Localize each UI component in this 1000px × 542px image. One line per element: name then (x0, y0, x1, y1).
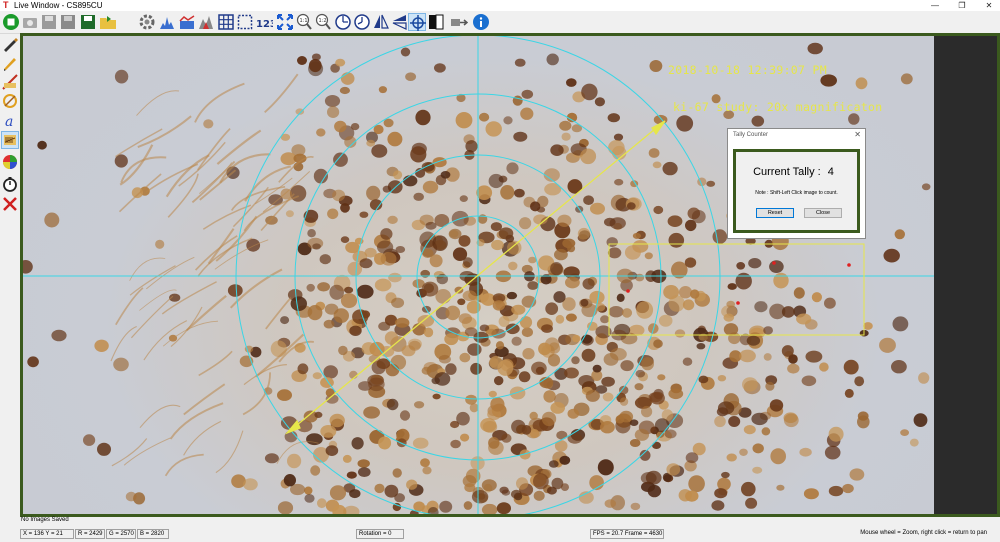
green-value: G = 2570 (106, 529, 136, 539)
title-bar: T Live Window - CS895CU — ❐ ✕ (0, 0, 1000, 11)
zoom-actual-icon[interactable]: 1:1 (295, 13, 313, 31)
minimize-button[interactable]: — (925, 0, 945, 11)
tally-mark (626, 289, 630, 293)
measure-line (290, 123, 662, 431)
side-panel (934, 36, 997, 514)
overlay-annotation: ki-67 study: 20x magnificaton (673, 100, 883, 114)
save-all-icon[interactable] (59, 13, 77, 31)
camera-icon[interactable] (21, 13, 39, 31)
window-title: Live Window - CS895CU (14, 1, 103, 10)
dialog-frame: Current Tally : 4 Note : Shift-Left Clic… (733, 149, 860, 233)
maximize-button[interactable]: ❐ (952, 0, 972, 11)
measure-arrow-end (651, 120, 666, 136)
current-tally: Current Tally : 4 (736, 166, 851, 178)
tally-label: Current Tally : (753, 166, 821, 178)
mouse-hint: Mouse wheel = Zoom, right click = return… (860, 530, 987, 536)
flip-vertical-icon[interactable] (391, 13, 409, 31)
close-window-button[interactable]: ✕ (979, 0, 999, 11)
color-wheel-icon[interactable] (2, 154, 18, 170)
delete-icon[interactable] (2, 196, 18, 212)
export-icon[interactable] (450, 13, 468, 31)
zoom-half-icon[interactable]: 1:2 (314, 13, 332, 31)
blue-value: B = 2820 (137, 529, 169, 539)
flip-icon[interactable] (372, 13, 390, 31)
tally-counter-dialog: Tally Counter ✕ Current Tally : 4 Note :… (727, 128, 866, 239)
overlay-timestamp: 2018-10-18 12:39:07 PM (668, 63, 827, 77)
svg-text:1:1: 1:1 (300, 18, 308, 24)
pen-icon[interactable] (2, 36, 18, 52)
pencil-icon[interactable] (2, 55, 18, 71)
color-histogram-icon[interactable] (197, 13, 215, 31)
line-profile-icon[interactable] (178, 13, 196, 31)
tally-value: 4 (827, 166, 834, 178)
red-value: R = 2429 (75, 529, 105, 539)
ruler-icon[interactable] (2, 74, 18, 90)
measure-arrow-start (284, 419, 301, 435)
main-toolbar: 123 1:1 1:2 (0, 11, 1000, 34)
cursor-coords: X = 136 Y = 21 (20, 529, 74, 539)
tally-note: Note : Shift-Left Click image to count. (755, 190, 838, 196)
save-icon[interactable] (40, 13, 58, 31)
settings-gear-icon[interactable] (138, 13, 156, 31)
count-icon[interactable]: 123 (255, 13, 273, 31)
crosshair-icon[interactable] (408, 13, 426, 31)
text-icon[interactable]: a (2, 112, 18, 128)
tally-counter-icon[interactable] (1, 131, 19, 149)
fps-frame: FPS = 20.7 Frame = 4630 (590, 529, 664, 539)
start-stop-icon[interactable] (2, 13, 20, 31)
fit-window-icon[interactable] (276, 13, 294, 31)
svg-text:a: a (5, 114, 13, 128)
svg-text:1:2: 1:2 (319, 18, 327, 24)
contrast-icon[interactable] (427, 13, 445, 31)
stopwatch-icon[interactable] (2, 176, 18, 192)
rotate-icon[interactable] (334, 13, 352, 31)
info-icon[interactable] (472, 13, 490, 31)
tally-mark (772, 261, 776, 265)
tally-region (608, 243, 865, 336)
dialog-title: Tally Counter (733, 132, 769, 138)
timer-icon[interactable] (353, 13, 371, 31)
live-image[interactable]: 2018-10-18 12:39:07 PM ki-67 study: 20x … (23, 36, 934, 514)
save-status: No Images Saved (21, 517, 69, 523)
svg-text:123: 123 (256, 19, 273, 30)
status-bar: No Images Saved X = 136 Y = 21 R = 2429 … (0, 517, 1000, 542)
tally-mark (847, 263, 851, 267)
histogram-icon[interactable] (158, 13, 176, 31)
close-button[interactable]: Close (804, 208, 842, 218)
reset-button[interactable]: Reset (756, 208, 794, 218)
left-toolbar: a (0, 34, 20, 516)
rotation-value: Rotation = 0 (356, 529, 404, 539)
save-green-icon[interactable] (79, 13, 97, 31)
tally-mark (736, 301, 740, 305)
angle-icon[interactable] (2, 93, 18, 109)
select-rect-icon[interactable] (236, 13, 254, 31)
app-logo: T (3, 0, 9, 10)
open-folder-icon[interactable] (99, 13, 117, 31)
dialog-close-icon[interactable]: ✕ (854, 130, 861, 139)
dialog-body: Current Tally : 4 Note : Shift-Left Clic… (736, 152, 857, 230)
grid-icon[interactable] (217, 13, 235, 31)
